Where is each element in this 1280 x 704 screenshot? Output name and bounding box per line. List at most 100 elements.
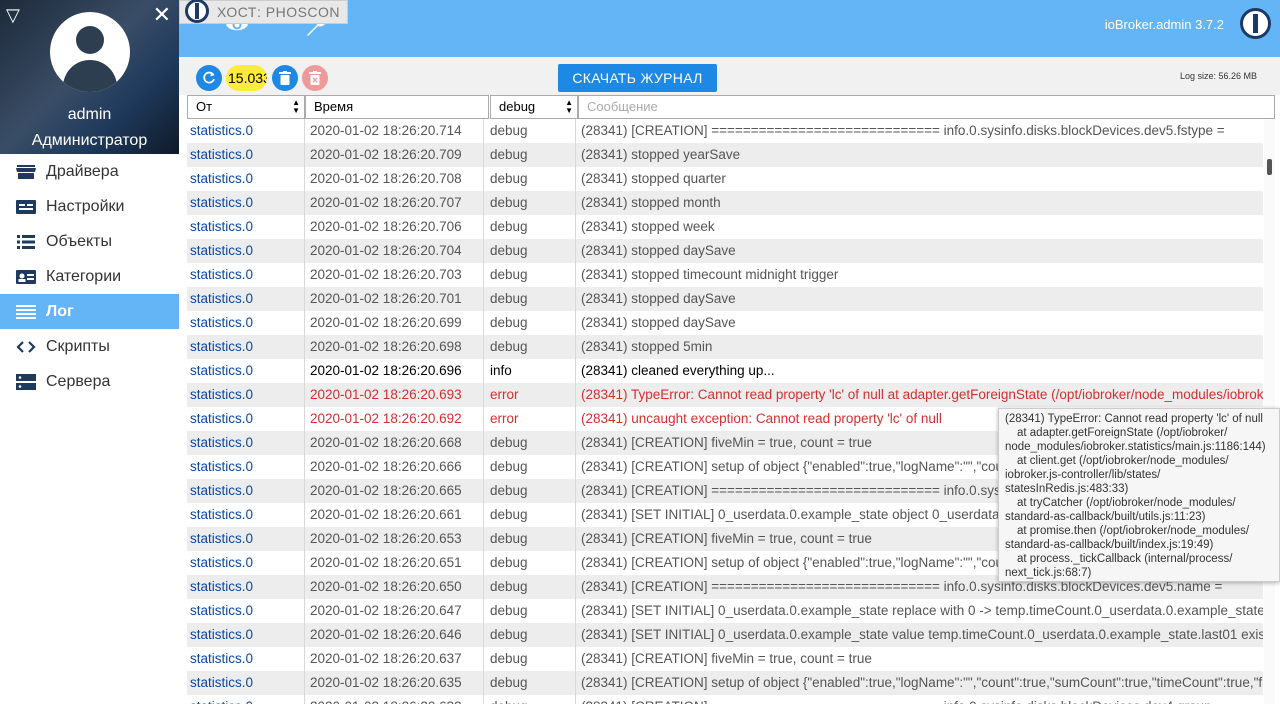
- log-level: error: [484, 383, 576, 407]
- log-row[interactable]: statistics.0 2020-01-02 18:26:20.646 debug…: [187, 623, 1263, 647]
- log-row[interactable]: statistics.0 2020-01-02 18:26:20.701 debug…: [187, 287, 1263, 311]
- log-message: (28341) stopped month: [581, 195, 721, 210]
- scrollbar-thumb[interactable]: [1267, 159, 1272, 175]
- log-row[interactable]: statistics.0 2020-01-02 18:26:20.637 debug…: [187, 647, 1263, 671]
- log-message: (28341) stopped daySave: [581, 315, 736, 330]
- avatar: [50, 12, 130, 92]
- log-source: statistics.0: [187, 359, 305, 383]
- log-time: 2020-01-02 18:26:20.647: [305, 599, 484, 623]
- log-size-label: Log size: 56.26 MB: [1179, 71, 1257, 81]
- log-time: 2020-01-02 18:26:20.632: [305, 695, 484, 704]
- host-selector[interactable]: ХОСТ: PHOSCON: [179, 0, 348, 24]
- tooltip-line: at tryCatcher (/opt/iobroker/node_module…: [1017, 497, 1236, 509]
- sidebar-item-7[interactable]: Сервера: [0, 364, 179, 399]
- sidebar-item-label: Лог: [46, 302, 74, 320]
- tooltip-line: iobroker.js-controller/lib/states/: [1005, 469, 1161, 481]
- log-level: debug: [484, 167, 576, 191]
- log-level: debug: [484, 503, 576, 527]
- time-filter[interactable]: Время: [305, 95, 489, 119]
- log-row[interactable]: statistics.0 2020-01-02 18:26:20.708 debug…: [187, 167, 1263, 191]
- log-row[interactable]: statistics.0 2020-01-02 18:26:20.635 debug…: [187, 671, 1263, 695]
- log-level: debug: [484, 455, 576, 479]
- log-lines-icon: [16, 304, 36, 320]
- trash-icon: [279, 71, 291, 85]
- log-time: 2020-01-02 18:26:20.661: [305, 503, 484, 527]
- filter-row: От ▲ ▼ Время debug ▲ ▼ Сообщение: [187, 95, 1275, 119]
- sidebar-item-6[interactable]: Скрипты: [0, 329, 179, 364]
- clear-log-button[interactable]: [272, 65, 298, 91]
- log-row[interactable]: statistics.0 2020-01-02 18:26:20.699 debug…: [187, 311, 1263, 335]
- sidebar-item-3[interactable]: Объекты: [0, 224, 179, 259]
- log-time: 2020-01-02 18:26:20.709: [305, 143, 484, 167]
- select-arrows-icon: ▲ ▼: [565, 98, 573, 115]
- sidebar-item-1[interactable]: Драйвера: [0, 154, 179, 189]
- log-source: statistics.0: [187, 143, 305, 167]
- log-level: error: [484, 407, 576, 431]
- log-message: (28341) stopped quarter: [581, 171, 726, 186]
- log-source: statistics.0: [187, 479, 305, 503]
- log-source: statistics.0: [187, 383, 305, 407]
- log-limit-badge[interactable]: 15.033: [226, 65, 267, 91]
- log-source: statistics.0: [187, 407, 305, 431]
- close-icon[interactable]: ✕: [153, 4, 171, 26]
- tooltip-line: (28341) TypeError: Cannot read property …: [1005, 413, 1263, 425]
- log-row[interactable]: statistics.0 2020-01-02 18:26:20.704 debug…: [187, 239, 1263, 263]
- sidebar-item-5[interactable]: Лог: [0, 294, 179, 329]
- log-row[interactable]: statistics.0 2020-01-02 18:26:20.709 debug…: [187, 143, 1263, 167]
- log-time: 2020-01-02 18:26:20.653: [305, 527, 484, 551]
- log-row[interactable]: statistics.0 2020-01-02 18:26:20.696 info (…: [187, 359, 1263, 383]
- log-level: debug: [484, 599, 576, 623]
- log-row[interactable]: statistics.0 2020-01-02 18:26:20.647 debug…: [187, 599, 1263, 623]
- log-time: 2020-01-02 18:26:20.692: [305, 407, 484, 431]
- log-row[interactable]: statistics.0 2020-01-02 18:26:20.703 debug…: [187, 263, 1263, 287]
- log-time: 2020-01-02 18:26:20.693: [305, 383, 484, 407]
- avatar-body: [63, 60, 117, 92]
- source-filter-select[interactable]: От ▲ ▼: [187, 95, 305, 119]
- refresh-button[interactable]: [196, 65, 222, 91]
- log-source: statistics.0: [187, 431, 305, 455]
- code-icon: [16, 339, 36, 355]
- app-version: ioBroker.admin 3.7.2: [1104, 17, 1224, 32]
- tooltip-line: next_tick.js:68:7): [1005, 567, 1092, 579]
- log-row[interactable]: statistics.0 2020-01-02 18:26:20.707 debug…: [187, 191, 1263, 215]
- log-time: 2020-01-02 18:26:20.714: [305, 119, 484, 143]
- log-time: 2020-01-02 18:26:20.666: [305, 455, 484, 479]
- log-source: statistics.0: [187, 599, 305, 623]
- sidebar-item-4[interactable]: Категории: [0, 259, 179, 294]
- log-level: debug: [484, 335, 576, 359]
- log-level: debug: [484, 551, 576, 575]
- log-message: (28341) stopped daySave: [581, 243, 736, 258]
- log-message: (28341) [CREATION] setup of object {"ena…: [581, 675, 1263, 690]
- log-time: 2020-01-02 18:26:20.646: [305, 623, 484, 647]
- sidebar-item-2[interactable]: Настройки: [0, 189, 179, 224]
- refresh-icon: [203, 71, 215, 84]
- log-source: statistics.0: [187, 527, 305, 551]
- log-message: (28341) cleaned everything up...: [581, 363, 775, 378]
- log-source: statistics.0: [187, 191, 305, 215]
- log-message: (28341) [SET INITIAL] 0_userdata.0.examp…: [581, 603, 1263, 618]
- log-time: 2020-01-02 18:26:20.699: [305, 311, 484, 335]
- delete-log-file-button[interactable]: [302, 65, 328, 91]
- log-row[interactable]: statistics.0 2020-01-02 18:26:20.698 debug…: [187, 335, 1263, 359]
- log-row[interactable]: statistics.0 2020-01-02 18:26:20.693 error…: [187, 383, 1263, 407]
- iobroker-logo-icon[interactable]: [1240, 8, 1271, 39]
- log-level: debug: [484, 287, 576, 311]
- store-icon: [16, 164, 36, 180]
- log-source: statistics.0: [187, 215, 305, 239]
- settings-panel-icon: [16, 199, 36, 215]
- log-row[interactable]: statistics.0 2020-01-02 18:26:20.706 debug…: [187, 215, 1263, 239]
- log-level: debug: [484, 143, 576, 167]
- avatar-head: [76, 26, 104, 54]
- level-filter-select[interactable]: debug ▲ ▼: [490, 95, 578, 119]
- user-profile-header: ▽ ✕ admin Администратор: [0, 0, 179, 154]
- message-filter-placeholder: Сообщение: [587, 99, 658, 114]
- download-log-button[interactable]: СКАЧАТЬ ЖУРНАЛ: [558, 64, 717, 92]
- log-source: statistics.0: [187, 263, 305, 287]
- log-row[interactable]: statistics.02020-01-02 18:26:20.632debug…: [187, 695, 1263, 704]
- log-time: 2020-01-02 18:26:20.665: [305, 479, 484, 503]
- log-level: debug: [484, 527, 576, 551]
- log-row[interactable]: statistics.0 2020-01-02 18:26:20.714 debug…: [187, 119, 1263, 143]
- log-time: 2020-01-02 18:26:20.668: [305, 431, 484, 455]
- message-filter-input[interactable]: Сообщение: [578, 95, 1275, 119]
- menu-triangle-icon[interactable]: ▽: [6, 6, 20, 24]
